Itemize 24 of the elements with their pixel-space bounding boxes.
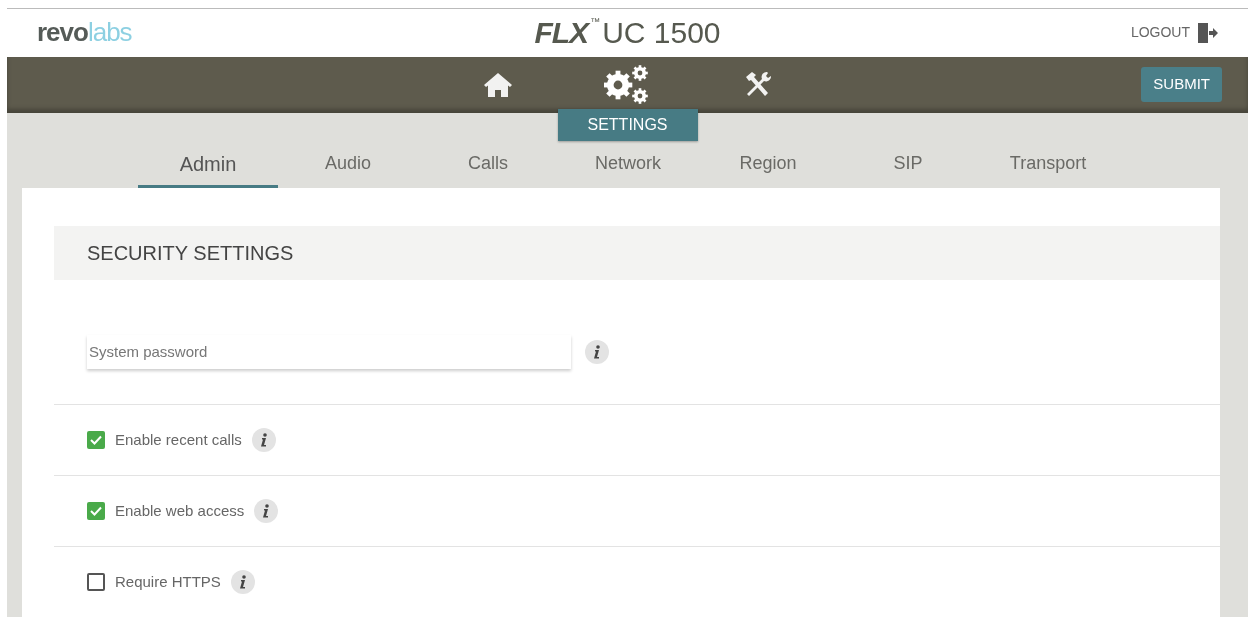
tab[interactable]: Audio: [278, 148, 418, 188]
active-nav-label[interactable]: SETTINGS: [557, 108, 698, 141]
product-title: FLX™UC 1500: [534, 15, 721, 52]
logout-link[interactable]: LOGOUT: [1130, 22, 1190, 44]
info-icon[interactable]: [585, 339, 609, 364]
exit-door-icon[interactable]: [1196, 21, 1218, 44]
option-label[interactable]: Enable web access: [115, 499, 245, 523]
tab[interactable]: Calls: [418, 148, 558, 188]
tab[interactable]: SIP: [838, 148, 978, 188]
checkbox[interactable]: [87, 573, 105, 591]
submit-button[interactable]: SUBMIT: [1141, 67, 1222, 102]
tab[interactable]: Transport: [978, 148, 1118, 188]
option-label[interactable]: Require HTTPS: [115, 570, 221, 594]
info-icon[interactable]: [251, 428, 276, 452]
tab[interactable]: Network: [558, 148, 698, 188]
revolabs-logo: revolabs: [37, 16, 132, 50]
option-label[interactable]: Enable recent calls: [115, 428, 242, 452]
info-icon[interactable]: [254, 499, 279, 523]
section-header: SECURITY SETTINGS: [54, 225, 1220, 280]
tab[interactable]: Region: [698, 148, 838, 188]
info-icon[interactable]: [230, 570, 255, 594]
checkbox[interactable]: [87, 502, 105, 520]
checkbox[interactable]: [87, 431, 105, 449]
password-field[interactable]: System password: [87, 334, 571, 369]
